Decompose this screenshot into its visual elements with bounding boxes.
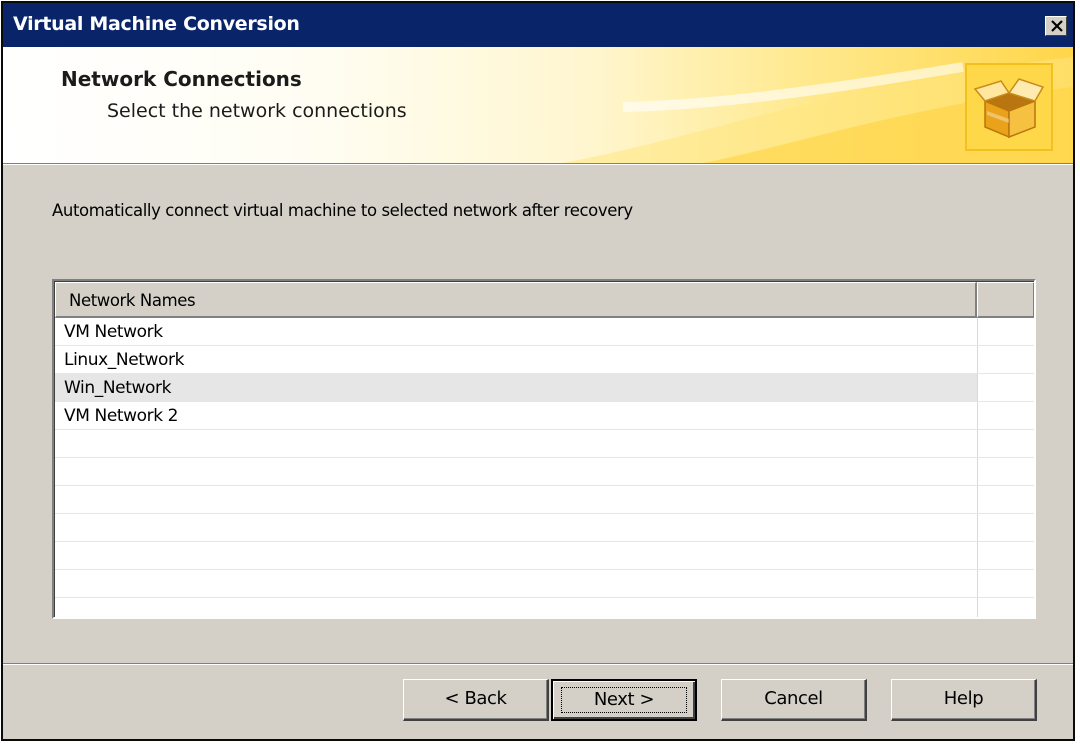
cancel-button[interactable]: Cancel: [721, 679, 867, 721]
row-name: [55, 486, 977, 513]
cancel-button-label: Cancel: [764, 688, 823, 709]
network-list[interactable]: Network Names VM Network Linux_Network W…: [52, 279, 1036, 619]
column-header-blank[interactable]: [977, 282, 1034, 318]
list-row-empty: [55, 514, 1034, 542]
help-button-label: Help: [943, 688, 984, 709]
column-header-network-names[interactable]: Network Names: [55, 282, 977, 318]
row-name: VM Network: [64, 322, 163, 342]
back-button-label: < Back: [444, 688, 507, 709]
network-list-frame: Network Names VM Network Linux_Network W…: [54, 281, 1034, 617]
header-subtitle: Select the network connections: [107, 100, 407, 122]
window-title: Virtual Machine Conversion: [13, 13, 300, 35]
wizard-header: Network Connections Select the network c…: [3, 47, 1073, 163]
row-name: [55, 430, 977, 457]
row-name: Win_Network: [55, 374, 977, 401]
wizard-icon-frame: [965, 63, 1053, 151]
list-row-empty: [55, 542, 1034, 570]
list-header: Network Names: [55, 282, 1034, 318]
list-row-empty: [55, 570, 1034, 598]
list-row-vm-network[interactable]: VM Network: [55, 318, 1034, 346]
row-name: [55, 514, 977, 541]
close-icon: [1051, 20, 1063, 32]
list-row-win-network[interactable]: Win_Network: [55, 374, 1034, 402]
row-name: [55, 542, 977, 569]
header-title: Network Connections: [61, 67, 302, 91]
focus-rectangle: [561, 687, 687, 713]
footer-separator: [3, 663, 1073, 665]
list-row-linux-network[interactable]: Linux_Network: [55, 346, 1034, 374]
list-row-empty: [55, 458, 1034, 486]
next-button[interactable]: Next >: [551, 679, 697, 721]
header-separator: [3, 163, 1073, 165]
row-name: [55, 458, 977, 485]
open-box-icon: [973, 78, 1045, 139]
instruction-text: Automatically connect virtual machine to…: [52, 201, 633, 220]
title-bar[interactable]: Virtual Machine Conversion: [3, 3, 1073, 47]
close-button[interactable]: [1045, 16, 1067, 36]
row-name: VM Network 2: [64, 406, 179, 426]
row-name: Linux_Network: [64, 350, 185, 370]
row-name: [55, 570, 977, 597]
wizard-window: Virtual Machine Conversion Network Conne…: [1, 1, 1075, 741]
list-row-empty: [55, 430, 1034, 458]
list-rows: VM Network Linux_Network Win_Network VM …: [55, 318, 1034, 598]
list-row-empty: [55, 486, 1034, 514]
help-button[interactable]: Help: [891, 679, 1037, 721]
back-button[interactable]: < Back: [403, 679, 549, 721]
list-row-vm-network-2[interactable]: VM Network 2: [55, 402, 1034, 430]
